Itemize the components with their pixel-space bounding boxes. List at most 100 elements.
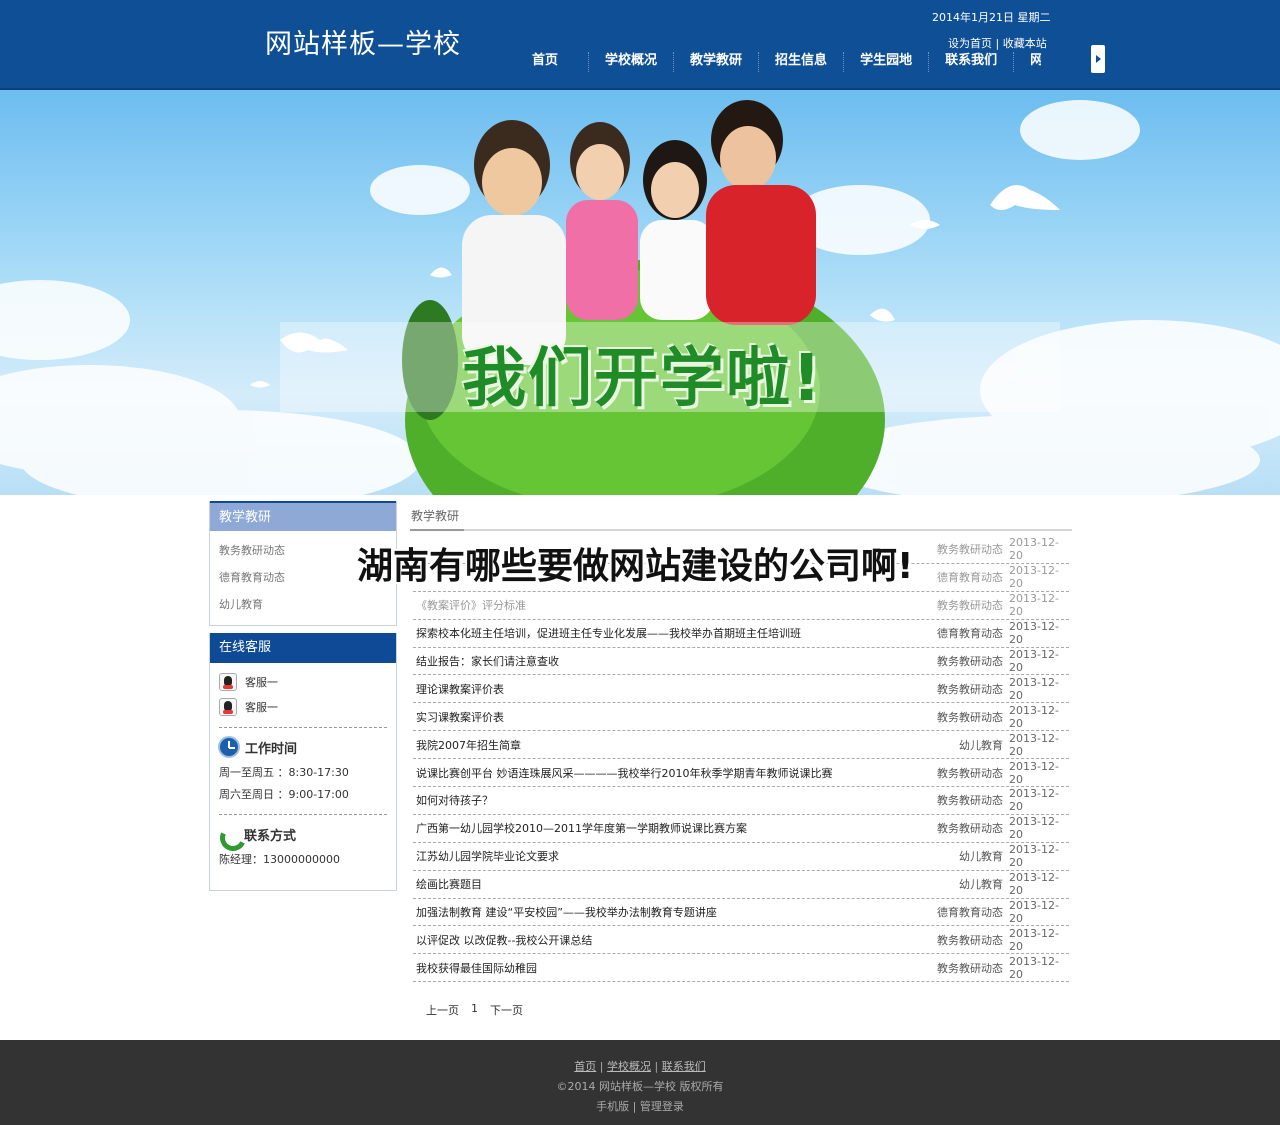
article-date: 2013-12-20 (1009, 954, 1059, 981)
service-agent-row[interactable]: 客服一 (210, 669, 396, 694)
article-title[interactable]: 我校获得最佳国际幼稚园 (413, 960, 937, 976)
qq-chat-icon[interactable] (219, 672, 237, 691)
nav-teaching-research[interactable]: 教学教研 (673, 52, 758, 72)
article-date: 2013-12-20 (1009, 592, 1059, 619)
bookmark-link[interactable]: 收藏本站 (1003, 37, 1047, 50)
article-title[interactable]: 我院2007年招生简章 (413, 737, 959, 753)
article-category: 教务教研动态 (937, 543, 1003, 557)
banner-slogan: 我们开学啦! (462, 342, 824, 416)
article-title[interactable]: 江苏幼儿园学院毕业论文要求 (413, 848, 959, 864)
article-category: 教务教研动态 (937, 794, 1003, 808)
article-category: 教务教研动态 (937, 961, 1003, 975)
prev-page-link[interactable]: 上一页 (426, 1002, 459, 1018)
nav-more[interactable]: 网 (1013, 52, 1041, 72)
site-title[interactable]: 网站样板—学校 (265, 22, 461, 61)
site-header: 网站样板—学校 2014年1月21日 星期二 设为首页 | 收藏本站 首页 学校… (0, 0, 1280, 90)
article-date: 2013-12-20 (1009, 675, 1059, 702)
list-item[interactable]: 我院2007年招生简章 幼儿教育 2013-12-20 (413, 731, 1069, 760)
list-item[interactable]: 以评促改 以改促教--我校公开课总结 教务教研动态 2013-12-20 (413, 926, 1069, 955)
contact-title: 联系方式 (244, 828, 297, 844)
article-category: 教务教研动态 (937, 599, 1003, 613)
list-item[interactable]: 《教案评价》评分标准 教务教研动态 2013-12-20 (413, 592, 1069, 620)
section-title: 教学教研 (410, 501, 1072, 531)
article-category: 幼儿教育 (959, 850, 1003, 864)
category-item-preschool[interactable]: 幼儿教育 (210, 591, 396, 618)
footer-separator: | (654, 1060, 659, 1073)
footer-separator: | (632, 1100, 637, 1113)
footer-separator: | (599, 1060, 604, 1073)
article-title[interactable]: 《教案评价》评分标准 (413, 597, 937, 613)
article-category: 教务教研动态 (937, 682, 1003, 696)
article-date: 2013-12-20 (1009, 703, 1059, 730)
footer-link-home[interactable]: 首页 (574, 1060, 596, 1073)
nav-scroll-right-icon[interactable] (1091, 45, 1105, 73)
list-item[interactable]: 探索校本化班主任培训，促进班主任专业化发展——我校举办首期班主任培训班 德育教育动… (413, 620, 1069, 648)
article-title[interactable]: 探索校本化班主任培训，促进班主任专业化发展——我校举办首期班主任培训班 (413, 625, 937, 641)
article-category: 教务教研动态 (937, 933, 1003, 947)
article-date: 2013-12-20 (1009, 731, 1059, 758)
footer-link-overview[interactable]: 学校概况 (607, 1060, 651, 1073)
service-agent-name[interactable]: 客服一 (245, 699, 278, 715)
list-item[interactable]: 我校获得最佳国际幼稚园 教务教研动态 2013-12-20 (413, 954, 1069, 983)
set-home-link[interactable]: 设为首页 (948, 37, 992, 50)
link-separator: | (995, 37, 1000, 50)
footer-links: 首页 | 学校概况 | 联系我们 (0, 1057, 1280, 1077)
hours-title: 工作时间 (245, 741, 298, 757)
qq-chat-icon[interactable] (219, 697, 237, 716)
category-panel-title: 教学教研 (210, 501, 396, 531)
list-item[interactable]: 加强法制教育 建设“平安校园”——我校举办法制教育专题讲座 德育教育动态 2013-… (413, 899, 1069, 927)
hero-banner: 我们开学啦! (0, 90, 1280, 495)
footer-link-contact[interactable]: 联系我们 (662, 1060, 706, 1073)
main-nav: 首页 学校概况 教学教研 招生信息 学生园地 联系我们 网 (500, 52, 1041, 72)
overlay-headline: 湖南有哪些要做网站建设的公司啊! (357, 546, 914, 587)
admin-login-link[interactable]: 管理登录 (640, 1100, 684, 1113)
article-date: 2013-12-20 (1009, 564, 1059, 591)
article-title[interactable]: 理论课教案评价表 (413, 681, 937, 697)
article-list: 教务教研动态 2013-12-20 德育教育动态 2013-12-20 《教案评价》… (410, 536, 1072, 983)
article-date: 2013-12-20 (1009, 648, 1059, 674)
article-category: 教务教研动态 (937, 766, 1003, 780)
article-category: 教务教研动态 (937, 655, 1003, 668)
article-category: 德育教育动态 (937, 627, 1003, 641)
service-agent-row[interactable]: 客服一 (210, 694, 396, 719)
article-title[interactable]: 加强法制教育 建设“平安校园”——我校举办法制教育专题讲座 (413, 904, 937, 920)
article-category: 幼儿教育 (959, 878, 1003, 892)
service-panel-title: 在线客服 (210, 633, 396, 663)
list-item[interactable]: 江苏幼儿园学院毕业论文要求 幼儿教育 2013-12-20 (413, 843, 1069, 871)
nav-home[interactable]: 首页 (500, 52, 588, 72)
article-category: 德育教育动态 (937, 906, 1003, 920)
hours-weekday: 周一至周五 ：8:30-17:30 (219, 766, 349, 779)
mobile-version-link[interactable]: 手机版 (596, 1100, 629, 1113)
hours-heading: 工作时间 (210, 732, 396, 762)
nav-student-garden[interactable]: 学生园地 (843, 52, 928, 72)
nav-admissions[interactable]: 招生信息 (758, 52, 843, 72)
list-item[interactable]: 理论课教案评价表 教务教研动态 2013-12-20 (413, 675, 1069, 704)
article-category: 教务教研动态 (937, 822, 1003, 836)
current-date: 2014年1月21日 星期二 (932, 11, 1051, 24)
nav-contact[interactable]: 联系我们 (928, 52, 1013, 72)
list-item[interactable]: 广西第一幼儿园学校2010—2011学年度第一学期教师说课比赛方案 教务教研动态 2… (413, 815, 1069, 843)
article-title[interactable]: 以评促改 以改促教--我校公开课总结 (413, 932, 937, 948)
article-title[interactable]: 广西第一幼儿园学校2010—2011学年度第一学期教师说课比赛方案 (413, 820, 937, 836)
footer-bottom-links: 手机版 | 管理登录 (0, 1097, 1280, 1117)
nav-school-overview[interactable]: 学校概况 (588, 52, 673, 72)
contact-heading: 联系方式 (210, 819, 396, 849)
next-page-link[interactable]: 下一页 (490, 1002, 523, 1018)
article-title[interactable]: 结业报告：家长们请注意查收 (413, 653, 937, 669)
current-page[interactable]: 1 (471, 1002, 478, 1018)
article-title[interactable]: 说课比赛创平台 妙语连珠展风采————我校举行2010年秋季学期青年教师说课比赛 (413, 765, 937, 781)
site-footer: 首页 | 学校概况 | 联系我们 ©2014 网站样板—学校 版权所有 手机版 … (0, 1040, 1280, 1125)
service-agent-name[interactable]: 客服一 (245, 674, 278, 690)
article-title[interactable]: 实习课教案评价表 (413, 709, 937, 725)
list-item[interactable]: 实习课教案评价表 教务教研动态 2013-12-20 (413, 703, 1069, 732)
article-category: 教务教研动态 (937, 710, 1003, 724)
article-date: 2013-12-20 (1009, 787, 1059, 814)
list-item[interactable]: 说课比赛创平台 妙语连珠展风采————我校举行2010年秋季学期青年教师说课比赛… (413, 759, 1069, 788)
clock-icon (218, 736, 240, 758)
list-item[interactable]: 如何对待孩子？ 教务教研动态 2013-12-20 (413, 787, 1069, 815)
list-item[interactable]: 结业报告：家长们请注意查收 教务教研动态 2013-12-20 (413, 648, 1069, 676)
article-title[interactable]: 如何对待孩子？ (413, 792, 937, 808)
list-item[interactable]: 绘画比赛题目 幼儿教育 2013-12-20 (413, 871, 1069, 899)
divider (219, 727, 387, 728)
article-title[interactable]: 绘画比赛题目 (413, 876, 959, 892)
